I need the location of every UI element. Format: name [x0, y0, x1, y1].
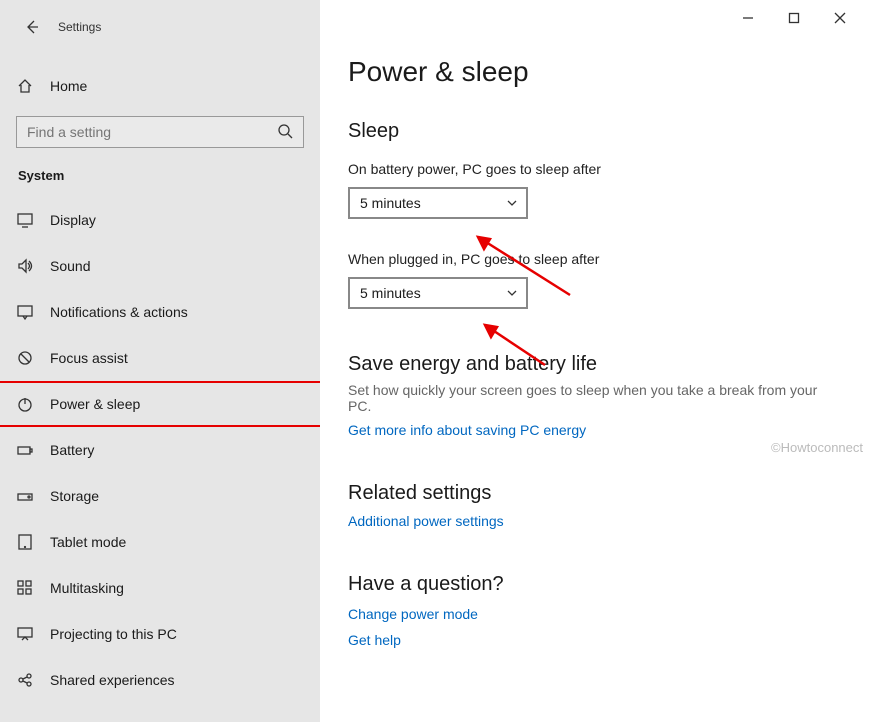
search-input[interactable] — [27, 124, 277, 140]
focus-icon — [16, 349, 34, 367]
search-box[interactable] — [16, 116, 304, 148]
sidebar-item-battery[interactable]: Battery — [0, 427, 320, 473]
sidebar-item-label: Power & sleep — [50, 396, 140, 412]
sidebar-item-label: Shared experiences — [50, 672, 175, 688]
home-icon — [16, 77, 34, 95]
multitasking-icon — [16, 579, 34, 597]
question-link-1[interactable]: Change power mode — [348, 606, 841, 622]
home-nav[interactable]: Home — [0, 66, 320, 106]
sidebar-item-display[interactable]: Display — [0, 197, 320, 243]
sidebar-item-projecting[interactable]: Projecting to this PC — [0, 611, 320, 657]
watermark: ©Howtoconnect — [771, 440, 863, 455]
back-button[interactable] — [22, 18, 40, 36]
maximize-button[interactable] — [771, 4, 817, 32]
sidebar-item-label: Multitasking — [50, 580, 124, 596]
sidebar-item-label: Tablet mode — [50, 534, 126, 550]
content-area: Power & sleep Sleep On battery power, PC… — [320, 0, 869, 722]
energy-hint: Set how quickly your screen goes to slee… — [348, 382, 841, 414]
sidebar-item-storage[interactable]: Storage — [0, 473, 320, 519]
page-title: Power & sleep — [348, 56, 841, 88]
projecting-icon — [16, 625, 34, 643]
window-controls — [725, 4, 863, 32]
tablet-icon — [16, 533, 34, 551]
shared-icon — [16, 671, 34, 689]
sidebar-item-notifications[interactable]: Notifications & actions — [0, 289, 320, 335]
sidebar-item-multitasking[interactable]: Multitasking — [0, 565, 320, 611]
chevron-down-icon — [506, 287, 518, 299]
sidebar-item-tablet[interactable]: Tablet mode — [0, 519, 320, 565]
battery-icon — [16, 441, 34, 459]
section-label: System — [0, 148, 320, 191]
close-button[interactable] — [817, 4, 863, 32]
close-icon — [834, 12, 846, 24]
maximize-icon — [788, 12, 800, 24]
sound-icon — [16, 257, 34, 275]
home-label: Home — [50, 78, 87, 94]
sleep-heading: Sleep — [348, 120, 841, 143]
related-link[interactable]: Additional power settings — [348, 513, 504, 529]
sidebar-item-label: Sound — [50, 258, 90, 274]
energy-heading: Save energy and battery life — [348, 353, 841, 376]
plugged-sleep-label: When plugged in, PC goes to sleep after — [348, 251, 841, 267]
back-arrow-icon — [23, 19, 39, 35]
window-title: Settings — [58, 20, 101, 34]
sidebar-item-power-sleep[interactable]: Power & sleep — [0, 381, 322, 427]
energy-link[interactable]: Get more info about saving PC energy — [348, 422, 586, 438]
battery-sleep-label: On battery power, PC goes to sleep after — [348, 161, 841, 177]
sidebar-item-focus[interactable]: Focus assist — [0, 335, 320, 381]
notifications-icon — [16, 303, 34, 321]
question-link-2[interactable]: Get help — [348, 632, 841, 648]
sidebar-item-label: Battery — [50, 442, 94, 458]
minimize-icon — [742, 12, 754, 24]
titlebar: Settings — [0, 10, 320, 40]
sidebar-item-label: Display — [50, 212, 96, 228]
nav-list: Display Sound Notifications & actions Fo… — [0, 191, 320, 703]
minimize-button[interactable] — [725, 4, 771, 32]
plugged-sleep-value: 5 minutes — [360, 285, 421, 301]
display-icon — [16, 211, 34, 229]
sidebar-item-label: Storage — [50, 488, 99, 504]
plugged-sleep-select[interactable]: 5 minutes — [348, 277, 528, 309]
sidebar-item-label: Focus assist — [50, 350, 128, 366]
sidebar-item-label: Projecting to this PC — [50, 626, 177, 642]
battery-sleep-value: 5 minutes — [360, 195, 421, 211]
sidebar: Settings Home System Display — [0, 0, 320, 722]
storage-icon — [16, 487, 34, 505]
search-icon — [277, 123, 293, 142]
related-heading: Related settings — [348, 482, 841, 505]
sidebar-item-label: Notifications & actions — [50, 304, 188, 320]
question-heading: Have a question? — [348, 573, 841, 596]
sidebar-item-shared[interactable]: Shared experiences — [0, 657, 320, 703]
chevron-down-icon — [506, 197, 518, 209]
battery-sleep-select[interactable]: 5 minutes — [348, 187, 528, 219]
power-icon — [16, 395, 34, 413]
sidebar-item-sound[interactable]: Sound — [0, 243, 320, 289]
